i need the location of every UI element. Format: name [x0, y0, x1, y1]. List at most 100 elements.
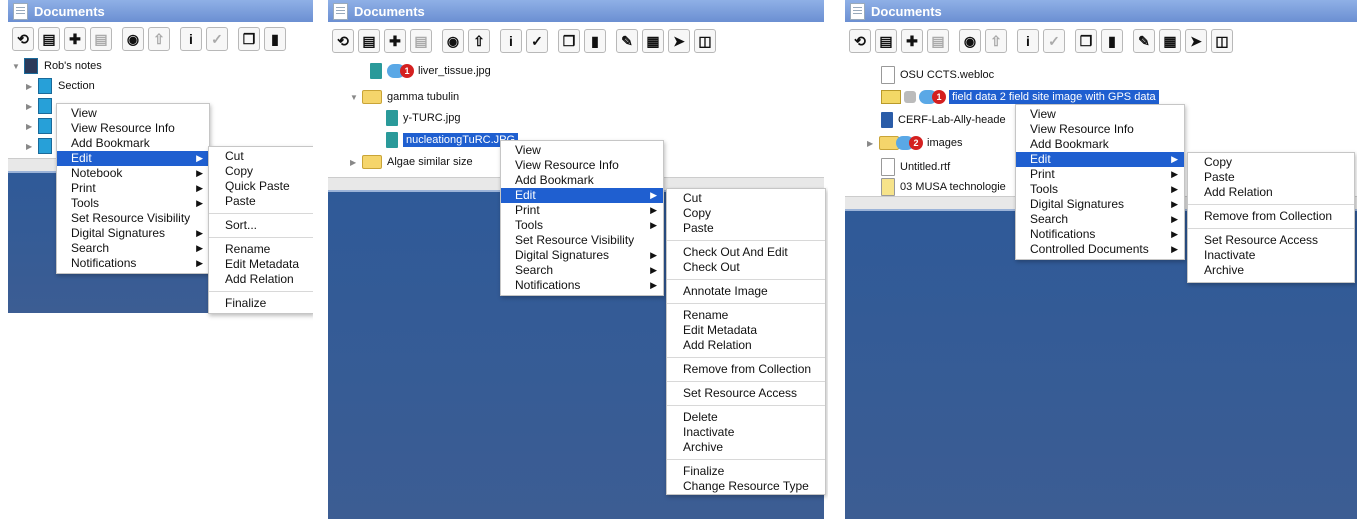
tree-item-liver-tissue[interactable]: 1 liver_tissue.jpg — [370, 62, 491, 80]
menu-item-inactivate[interactable]: Inactivate — [667, 425, 825, 440]
pdf-icon[interactable]: ▦ — [642, 29, 664, 53]
menu-item-add-relation[interactable]: Add Relation — [667, 338, 825, 353]
menu-item-search[interactable]: Search ▶ — [57, 241, 209, 256]
new-document-icon[interactable]: ▤ — [358, 29, 380, 53]
clipboard-icon[interactable]: ▮ — [264, 27, 286, 51]
menu-item-copy[interactable]: Copy — [667, 206, 825, 221]
menu-item-set-resource-visibility[interactable]: Set Resource Visibility — [57, 211, 209, 226]
menu-item-search[interactable]: Search ▶ — [501, 263, 663, 278]
info-icon[interactable]: i — [1017, 29, 1039, 53]
expand-arrow-icon[interactable]: ▼ — [12, 62, 24, 71]
menu-item-copy[interactable]: Copy — [1188, 155, 1354, 170]
menu-item-tools[interactable]: Tools ▶ — [501, 218, 663, 233]
menu-item-inactivate[interactable]: Inactivate — [1188, 248, 1354, 263]
menu-item-edit-metadata[interactable]: Edit Metadata — [667, 323, 825, 338]
new-document-icon[interactable]: ▤ — [875, 29, 897, 53]
book-icon[interactable]: ◫ — [1211, 29, 1233, 53]
menu-item-add-relation[interactable]: Add Relation — [1188, 185, 1354, 200]
menu-item-notifications[interactable]: Notifications ▶ — [57, 256, 209, 271]
sign-icon[interactable]: ✓ — [206, 27, 228, 51]
tree-item-nucleation[interactable]: nucleationgTuRC.JPG — [386, 131, 519, 149]
menu-item-print[interactable]: Print ▶ — [57, 181, 209, 196]
menu-item-add-bookmark[interactable]: Add Bookmark — [1016, 137, 1184, 152]
menu-item-quick-paste[interactable]: Quick Paste — [209, 179, 313, 194]
template-icon[interactable]: ▤ — [90, 27, 112, 51]
tree-item-algae[interactable]: ▶ Algae similar size — [350, 153, 473, 171]
tree-item-cerf[interactable]: CERF-Lab-Ally-heade — [881, 111, 1006, 129]
collapse-arrow-icon[interactable]: ▶ — [867, 139, 879, 148]
menu-item-search[interactable]: Search ▶ — [1016, 212, 1184, 227]
menu-item-paste[interactable]: Paste — [209, 194, 313, 209]
menu-item-cut[interactable]: Cut — [209, 149, 313, 164]
menu-item-view-resource-info[interactable]: View Resource Info — [1016, 122, 1184, 137]
copy-icon[interactable]: ❐ — [1075, 29, 1097, 53]
share-icon[interactable]: ➤ — [668, 29, 690, 53]
sign-icon[interactable]: ✓ — [1043, 29, 1065, 53]
menu-item-print[interactable]: Print ▶ — [501, 203, 663, 218]
menu-item-annotate-image[interactable]: Annotate Image — [667, 284, 825, 299]
menu-item-edit[interactable]: Edit ▶ — [501, 188, 663, 203]
sign-icon[interactable]: ✓ — [526, 29, 548, 53]
share-icon[interactable]: ➤ — [1185, 29, 1207, 53]
menu-item-view[interactable]: View — [1016, 107, 1184, 122]
annotate-icon[interactable]: ✎ — [1133, 29, 1155, 53]
info-icon[interactable]: i — [500, 29, 522, 53]
add-icon[interactable]: ✚ — [64, 27, 86, 51]
menu-item-copy[interactable]: Copy — [209, 164, 313, 179]
menu-item-digital-signatures[interactable]: Digital Signatures ▶ — [1016, 197, 1184, 212]
menu-item-check-out[interactable]: Check Out — [667, 260, 825, 275]
tree-item-y-turc[interactable]: y-TURC.jpg — [386, 109, 460, 127]
menu-item-edit[interactable]: Edit ▶ — [1016, 152, 1184, 167]
menu-item-rename[interactable]: Rename — [667, 308, 825, 323]
collapse-arrow-icon[interactable]: ▶ — [350, 158, 362, 167]
view-icon[interactable]: ◉ — [122, 27, 144, 51]
menu-item-change-resource-type[interactable]: Change Resource Type — [667, 479, 825, 494]
tree-item-gamma-tubulin[interactable]: ▼ gamma tubulin — [350, 88, 459, 106]
tree-item-untitled[interactable]: Untitled.rtf — [881, 158, 950, 176]
refresh-icon[interactable]: ⟲ — [332, 29, 354, 53]
add-icon[interactable]: ✚ — [901, 29, 923, 53]
view-icon[interactable]: ◉ — [442, 29, 464, 53]
view-icon[interactable]: ◉ — [959, 29, 981, 53]
menu-item-tools[interactable]: Tools ▶ — [1016, 182, 1184, 197]
menu-item-print[interactable]: Print ▶ — [1016, 167, 1184, 182]
menu-item-rename[interactable]: Rename — [209, 242, 313, 257]
tree-item-images[interactable]: ▶ 2 images — [867, 134, 962, 152]
collapse-arrow-icon[interactable]: ▶ — [26, 82, 38, 91]
menu-item-add-bookmark[interactable]: Add Bookmark — [501, 173, 663, 188]
menu-item-sort[interactable]: Sort... — [209, 218, 313, 233]
tree-item-robs-notes[interactable]: ▼ Rob's notes — [12, 57, 102, 75]
menu-item-view-resource-info[interactable]: View Resource Info — [501, 158, 663, 173]
menu-item-view[interactable]: View — [501, 143, 663, 158]
menu-item-view-resource-info[interactable]: View Resource Info — [57, 121, 209, 136]
menu-item-remove-from-collection[interactable]: Remove from Collection — [667, 362, 825, 377]
menu-item-add-relation[interactable]: Add Relation — [209, 272, 313, 287]
menu-item-delete[interactable]: Delete — [667, 410, 825, 425]
menu-item-set-resource-access[interactable]: Set Resource Access — [667, 386, 825, 401]
menu-item-set-resource-access[interactable]: Set Resource Access — [1188, 233, 1354, 248]
tree-item[interactable]: ▶ — [26, 97, 58, 115]
tree-item-musa[interactable]: 03 MUSA technologie — [881, 178, 1006, 196]
menu-item-add-bookmark[interactable]: Add Bookmark — [57, 136, 209, 151]
menu-item-check-out-and-edit[interactable]: Check Out And Edit — [667, 245, 825, 260]
tree-item-section[interactable]: ▶ Section — [26, 77, 95, 95]
expand-arrow-icon[interactable]: ▼ — [350, 93, 362, 102]
export-icon[interactable]: ⇧ — [985, 29, 1007, 53]
menu-item-remove-from-collection[interactable]: Remove from Collection — [1188, 209, 1354, 224]
add-icon[interactable]: ✚ — [384, 29, 406, 53]
clipboard-icon[interactable]: ▮ — [584, 29, 606, 53]
refresh-icon[interactable]: ⟲ — [12, 27, 34, 51]
menu-item-archive[interactable]: Archive — [1188, 263, 1354, 278]
menu-item-tools[interactable]: Tools ▶ — [57, 196, 209, 211]
tree-item[interactable]: ▶ — [26, 137, 58, 155]
tree-item-osu-ccts[interactable]: OSU CCTS.webloc — [881, 66, 994, 84]
menu-item-controlled-documents[interactable]: Controlled Documents ▶ — [1016, 242, 1184, 257]
menu-item-edit-metadata[interactable]: Edit Metadata — [209, 257, 313, 272]
menu-item-view[interactable]: View — [57, 106, 209, 121]
refresh-icon[interactable]: ⟲ — [849, 29, 871, 53]
menu-item-notifications[interactable]: Notifications ▶ — [501, 278, 663, 293]
annotate-icon[interactable]: ✎ — [616, 29, 638, 53]
template-icon[interactable]: ▤ — [927, 29, 949, 53]
menu-item-edit[interactable]: Edit ▶ — [57, 151, 209, 166]
template-icon[interactable]: ▤ — [410, 29, 432, 53]
